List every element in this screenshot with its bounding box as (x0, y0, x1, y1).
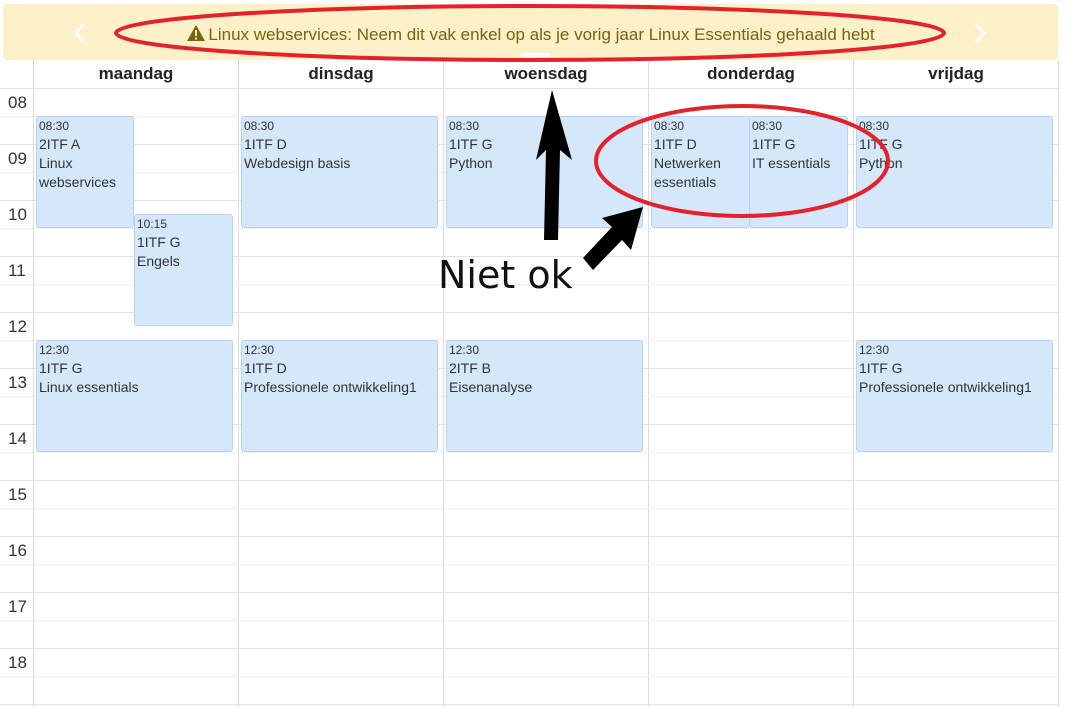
grid-line (0, 452, 1059, 454)
event-group: 2ITF B (449, 360, 492, 376)
event-course: Engels (137, 253, 180, 269)
event-time: 08:30 (654, 119, 685, 133)
week-calendar: maandag dinsdag woensdag donderdag vrijd… (0, 0, 1066, 707)
event-time: 12:30 (39, 343, 70, 357)
calendar-event[interactable]: 12:30 1ITF G Professionele ontwikkeling1 (856, 340, 1053, 452)
calendar-event[interactable]: 08:30 2ITF A Linux webservices (36, 116, 134, 228)
day-header-woensdag: woensdag (504, 64, 588, 83)
event-course: IT essentials (752, 155, 831, 171)
event-time: 12:30 (859, 343, 890, 357)
event-group: 1ITF D (244, 360, 287, 376)
grid-line (0, 676, 1059, 678)
grid-line (0, 508, 1059, 510)
calendar-event[interactable]: 08:30 1ITF D Webdesign basis (241, 116, 438, 228)
event-course: Linux essentials (39, 379, 139, 395)
grid-line (0, 536, 1059, 537)
day-header-donderdag: donderdag (707, 64, 795, 83)
grid-line (853, 60, 854, 707)
calendar-event[interactable]: 08:30 1ITF G IT essentials (749, 116, 848, 228)
warning-icon (186, 24, 206, 47)
grid-line (648, 60, 649, 707)
event-time: 08:30 (859, 119, 890, 133)
event-group: 2ITF A (39, 136, 81, 152)
grid-line (0, 592, 1059, 593)
hour-label: 15 (8, 485, 27, 504)
calendar-event[interactable]: 12:30 2ITF B Eisenanalyse (446, 340, 643, 452)
hour-label: 11 (8, 261, 26, 280)
event-group: 1ITF G (137, 234, 181, 250)
event-course: Python (449, 155, 493, 171)
annotation-label: Niet ok (438, 253, 573, 297)
event-time: 08:30 (449, 119, 480, 133)
hour-label: 08 (8, 93, 27, 112)
event-group: 1ITF G (449, 136, 493, 152)
banner-text-row: Linux webservices: Neem dit vak enkel op… (3, 24, 1058, 47)
event-time: 08:30 (39, 119, 70, 133)
event-course: Professionele ontwikkeling1 (244, 379, 417, 395)
hour-label: 12 (8, 317, 27, 336)
event-course: webservices (39, 174, 117, 190)
event-group: 1ITF G (752, 136, 796, 152)
grid-line (0, 564, 1059, 566)
calendar-event[interactable]: 12:30 1ITF G Linux essentials (36, 340, 233, 452)
grid-line (0, 480, 1059, 481)
event-course: essentials (654, 174, 717, 190)
grid-line (0, 704, 1059, 705)
event-group: 1ITF D (244, 136, 287, 152)
grid-line (238, 60, 239, 707)
hour-label: 10 (8, 205, 27, 224)
event-group: 1ITF G (859, 136, 903, 152)
warning-banner: Linux webservices: Neem dit vak enkel op… (3, 4, 1058, 60)
day-header-dinsdag: dinsdag (308, 64, 374, 83)
calendar-event[interactable]: 08:30 1ITF G Python (446, 116, 643, 228)
hour-label: 09 (8, 149, 27, 168)
event-group: 1ITF D (654, 136, 697, 152)
grid-line (0, 648, 1059, 649)
banner-message: Linux webservices: Neem dit vak enkel op… (208, 25, 875, 44)
hour-label: 14 (8, 429, 27, 448)
grid-line (33, 60, 34, 707)
event-course: Eisenanalyse (449, 379, 533, 395)
event-time: 12:30 (244, 343, 275, 357)
grid-line (0, 88, 1059, 89)
event-time: 08:30 (244, 119, 275, 133)
day-header-maandag: maandag (98, 64, 174, 83)
chevron-right-icon[interactable] (973, 22, 987, 49)
hour-label: 13 (8, 373, 27, 392)
event-course: Python (859, 155, 903, 171)
grid-line (0, 620, 1059, 622)
calendar-event[interactable]: 12:30 1ITF D Professionele ontwikkeling1 (241, 340, 438, 452)
hour-label: 16 (8, 541, 27, 560)
event-course: Professionele ontwikkeling1 (859, 379, 1032, 395)
grid-line (1058, 60, 1059, 707)
grid-line (443, 60, 444, 707)
day-header-vrijdag: vrijdag (928, 64, 984, 83)
hour-label: 17 (8, 597, 27, 616)
calendar-event[interactable]: 08:30 1ITF G Python (856, 116, 1053, 228)
event-time: 12:30 (449, 343, 480, 357)
event-course: Linux (39, 155, 73, 171)
event-time: 10:15 (137, 217, 168, 231)
calendar-event[interactable]: 08:30 1ITF D Netwerken essentials (651, 116, 750, 228)
event-course: Webdesign basis (244, 155, 351, 171)
hour-label: 18 (8, 653, 27, 672)
event-time: 08:30 (752, 119, 783, 133)
event-course: Netwerken (654, 155, 721, 171)
event-group: 1ITF G (39, 360, 83, 376)
event-group: 1ITF G (859, 360, 903, 376)
carousel-indicator[interactable] (521, 53, 549, 57)
calendar-event[interactable]: 10:15 1ITF G Engels (134, 214, 233, 326)
